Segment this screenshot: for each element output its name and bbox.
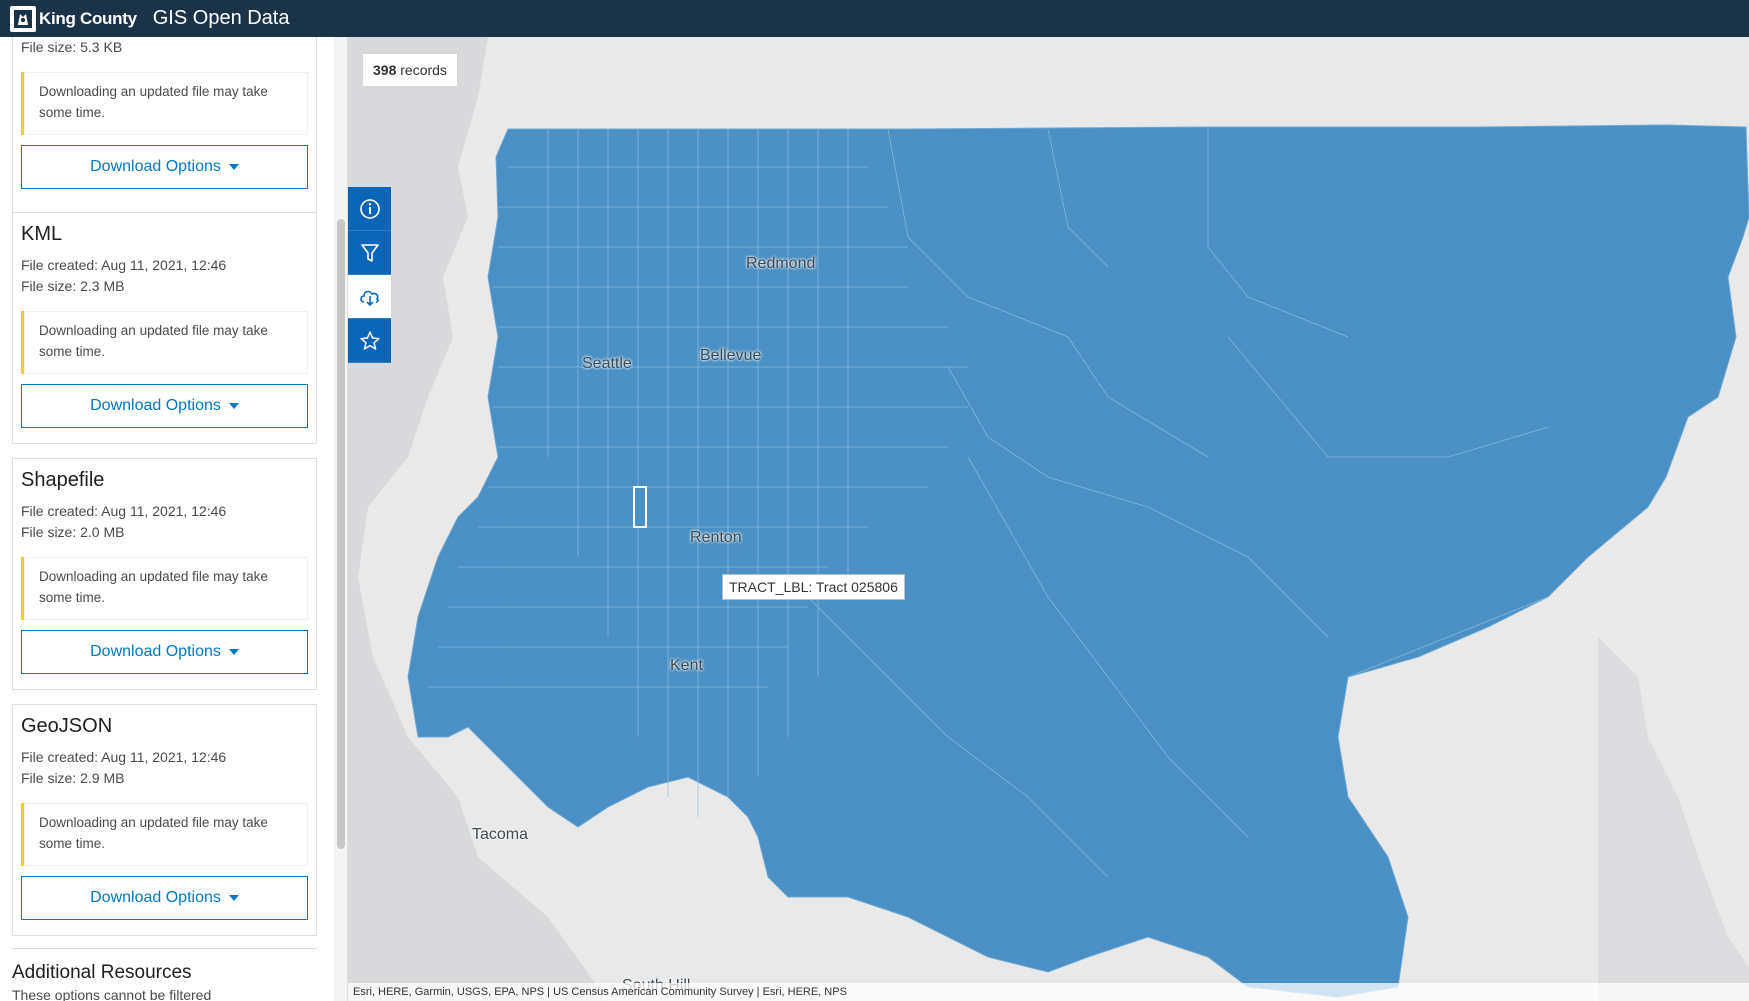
format-card-geojson: GeoJSON File created: Aug 11, 2021, 12:4… [12,704,317,936]
download-options-button[interactable]: Download Options [21,384,308,428]
additional-resources-subtitle: These options cannot be filtered [12,987,212,1001]
filter-icon [360,243,379,262]
selected-tract[interactable] [633,486,647,528]
file-size: File size: 5.3 KB [21,39,123,55]
download-options-button[interactable]: Download Options [21,145,308,189]
caret-down-icon [228,649,239,655]
download-icon [359,290,379,306]
records-count: 398 [373,62,397,78]
star-icon [359,330,380,350]
download-sidebar: File size: 5.3 KB Downloading an updated… [0,37,334,1001]
tract-tooltip: TRACT_LBL: Tract 025806 [722,574,905,600]
city-label-seattle: Seattle [582,355,632,372]
city-label-bellevue: Bellevue [700,347,762,364]
download-notice: Downloading an updated file may take som… [21,311,308,374]
map-toolbar [348,187,391,363]
format-card-shapefile: Shapefile File created: Aug 11, 2021, 12… [12,458,317,690]
lake-water [1598,637,1749,1001]
info-icon [359,198,380,219]
file-size: File size: 2.0 MB [21,524,125,540]
format-card-kml: KML File created: Aug 11, 2021, 12:46 Fi… [12,212,317,444]
download-notice: Downloading an updated file may take som… [21,72,308,135]
caret-down-icon [228,895,239,901]
download-options-label: Download Options [90,643,221,660]
file-size: File size: 2.3 MB [21,278,125,294]
file-created: File created: Aug 11, 2021, 12:46 [21,257,227,273]
city-label-renton: Renton [690,529,742,546]
city-label-tacoma: Tacoma [472,826,529,843]
scrollbar-thumb[interactable] [337,219,345,849]
format-card-partial: File size: 5.3 KB Downloading an updated… [12,37,317,230]
map-attribution[interactable]: Esri, HERE, Garmin, USGS, EPA, NPS | US … [348,983,1749,1001]
records-count-badge: 398 records [362,53,458,87]
download-notice: Downloading an updated file may take som… [21,557,308,620]
section-divider [12,948,317,949]
map-basemap [348,37,1749,1001]
download-notice: Downloading an updated file may take som… [21,803,308,866]
file-size: File size: 2.9 MB [21,770,125,786]
format-title: KML [21,223,63,245]
format-title: Shapefile [21,469,105,491]
format-title: GeoJSON [21,715,113,737]
file-created: File created: Aug 11, 2021, 12:46 [21,749,227,765]
download-options-button[interactable]: Download Options [21,876,308,920]
king-county-region[interactable] [407,124,1749,998]
caret-down-icon [228,164,239,170]
file-created: File created: Aug 11, 2021, 12:46 [21,503,227,519]
sidebar-scrollbar[interactable] [334,37,348,1001]
download-options-label: Download Options [90,889,221,906]
app-header: King County GIS Open Data [0,0,1749,37]
filter-tool-button[interactable] [348,231,391,275]
download-tool-button[interactable] [348,275,391,319]
download-options-button[interactable]: Download Options [21,630,308,674]
app-title[interactable]: GIS Open Data [153,7,290,30]
records-label: records [396,62,447,78]
city-label-kent: Kent [670,657,703,674]
brand-name: King County [39,8,137,28]
king-county-logo[interactable]: King County [10,5,137,32]
download-options-label: Download Options [90,158,221,175]
additional-resources-title: Additional Resources [12,962,192,983]
info-tool-button[interactable] [348,187,391,231]
map-view[interactable]: Redmond Seattle Bellevue Renton Kent Tac… [348,37,1749,1001]
download-options-label: Download Options [90,397,221,414]
caret-down-icon [228,403,239,409]
favorite-tool-button[interactable] [348,319,391,363]
king-county-crown-icon [10,5,36,32]
city-label-redmond: Redmond [746,255,816,272]
